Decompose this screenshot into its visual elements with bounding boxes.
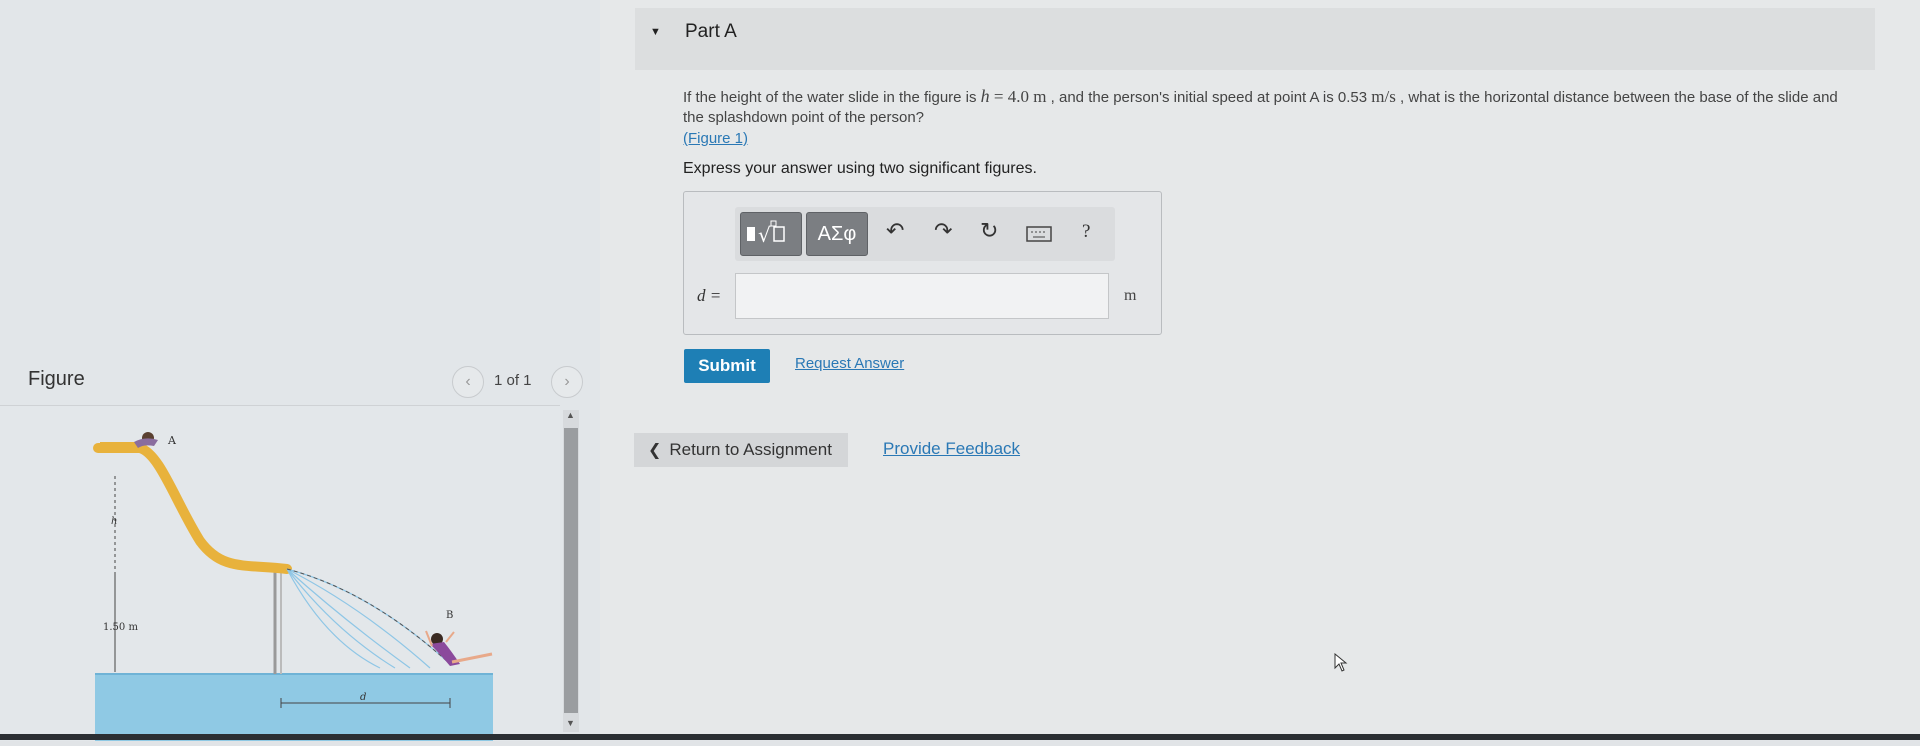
label-d: d — [360, 692, 366, 703]
collapse-caret-icon[interactable]: ▼ — [650, 26, 661, 38]
svg-text:√: √ — [758, 223, 771, 247]
figure-link[interactable]: (Figure 1) — [683, 130, 748, 147]
label-height: 1.50 m — [103, 622, 138, 633]
part-a-header[interactable] — [635, 8, 1875, 70]
symbols-button[interactable]: ΑΣφ — [806, 212, 868, 256]
pool-water — [95, 674, 493, 741]
templates-button[interactable]: √ — [740, 212, 802, 256]
mouse-cursor-icon — [1334, 652, 1348, 678]
next-figure-button[interactable]: › — [551, 366, 583, 398]
keyboard-icon[interactable] — [1026, 222, 1052, 248]
answer-input[interactable] — [735, 273, 1109, 319]
water-slide-figure: A B h 1.50 m d — [93, 432, 493, 741]
water-spray — [286, 568, 451, 669]
chevron-left-icon: ❮ — [648, 442, 662, 459]
chevron-left-icon: ‹ — [465, 373, 471, 390]
figure-page-indicator: 1 of 1 — [494, 372, 532, 389]
figure-image: A B h 1.50 m d — [0, 405, 560, 741]
question-text: If the height of the water slide in the … — [683, 86, 1838, 126]
redo-icon[interactable]: ↷ — [934, 218, 952, 244]
templates-icon: √ — [747, 220, 785, 247]
label-a: A — [167, 434, 177, 447]
figure-heading: Figure — [28, 368, 85, 390]
help-button[interactable]: ? — [1082, 221, 1090, 243]
taskbar — [0, 734, 1920, 740]
part-a-title[interactable]: Part A — [685, 21, 737, 43]
scroll-up-icon[interactable]: ▲ — [566, 410, 575, 420]
scroll-down-icon[interactable]: ▼ — [566, 718, 575, 728]
request-answer-link[interactable]: Request Answer — [795, 355, 904, 372]
reset-icon[interactable]: ↻ — [980, 218, 998, 244]
previous-figure-button[interactable]: ‹ — [452, 366, 484, 398]
answer-variable-label: d = — [697, 286, 722, 305]
figure-scroll-thumb[interactable] — [564, 428, 578, 713]
label-h: h — [111, 516, 117, 527]
provide-feedback-link[interactable]: Provide Feedback — [883, 439, 1020, 459]
submit-button[interactable]: Submit — [684, 349, 770, 383]
label-b: B — [446, 610, 453, 621]
person-at-b — [425, 630, 493, 666]
return-to-assignment-button[interactable]: ❮ Return to Assignment — [634, 433, 848, 467]
water-slide — [93, 443, 292, 574]
instruction-text: Express your answer using two significan… — [683, 160, 1037, 177]
h-variable: h — [980, 86, 990, 106]
answer-unit: m — [1124, 287, 1137, 304]
chevron-right-icon: › — [564, 373, 570, 390]
undo-icon[interactable]: ↶ — [886, 218, 904, 244]
